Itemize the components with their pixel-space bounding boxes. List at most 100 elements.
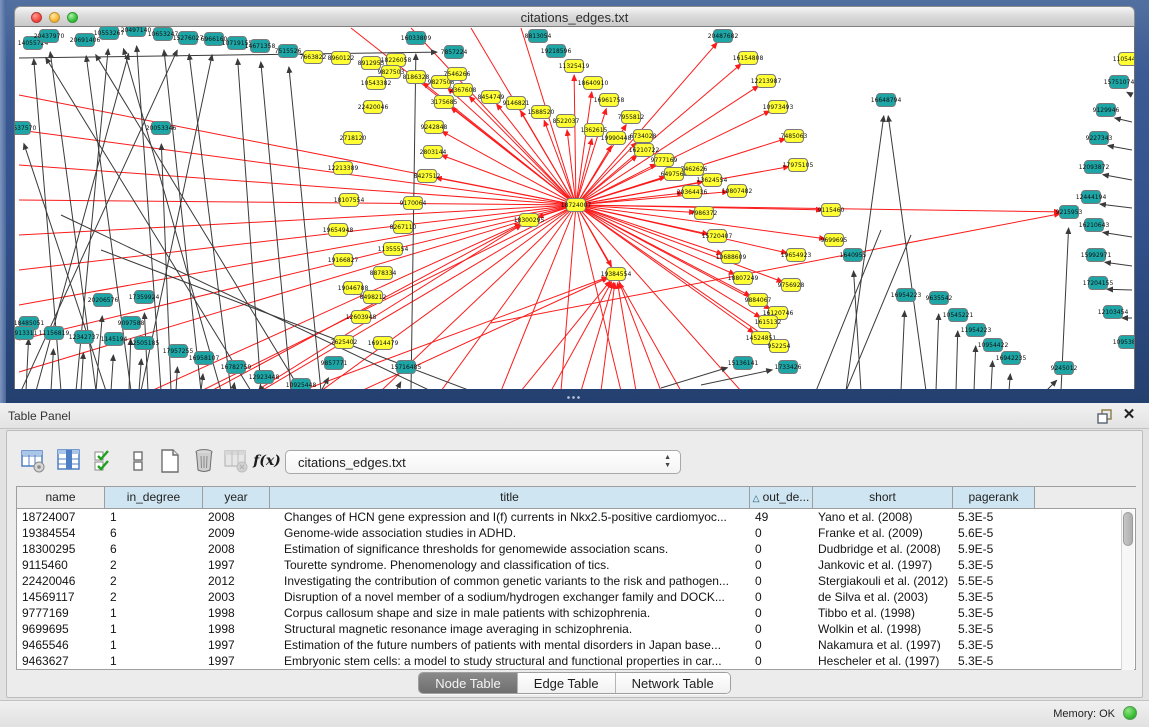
network-node[interactable]: 11325419 [559,60,590,73]
network-node[interactable]: 3175685 [431,96,458,109]
table-cell[interactable]: 5.3E-5 [953,621,1035,637]
network-node[interactable]: 12342737 [69,331,100,344]
table-cell[interactable]: 5.3E-5 [953,589,1035,605]
table-row[interactable]: 1456911722003Disruption of a novel membe… [17,589,1135,605]
network-node[interactable]: 7955812 [618,111,645,124]
network-node[interactable]: 2718120 [340,132,367,145]
table-cell[interactable]: 5.3E-5 [953,605,1035,621]
network-node[interactable]: 9245012 [1051,362,1078,375]
network-node[interactable]: 15992971 [1081,249,1112,262]
table-cell[interactable]: 1998 [203,621,270,637]
network-node[interactable]: 15136141 [728,357,759,370]
table-cell[interactable]: 5.3E-5 [953,637,1035,653]
network-node[interactable]: 9777169 [651,154,678,167]
network-node[interactable]: 11954223 [961,324,992,337]
network-node[interactable]: 7546266 [444,68,471,81]
table-cell[interactable]: 1997 [203,653,270,669]
network-node[interactable]: 18107554 [334,194,365,207]
table-cell[interactable]: Tourette syndrome. Phenomenology and cla… [270,557,750,573]
table-cell[interactable]: 5.9E-5 [953,541,1035,557]
table-cell[interactable]: Changes of HCN gene expression and I(f) … [270,509,750,525]
network-node[interactable]: 12923448 [249,371,280,384]
network-node[interactable]: 16154808 [733,52,764,65]
network-node[interactable]: 10953814 [1113,336,1135,349]
table-cell[interactable]: Estimation of the future numbers of pati… [270,637,750,653]
network-node[interactable]: 9215953 [1056,206,1083,219]
network-node[interactable]: 10807482 [722,185,753,198]
table-cell[interactable]: Hescheler et al. (1997) [813,653,953,669]
table-cell[interactable]: 2008 [203,509,270,525]
table-cell[interactable]: 9465546 [17,637,105,653]
table-row[interactable]: 969969511998Structural magnetic resonanc… [17,621,1135,637]
table-cell[interactable]: 2003 [203,589,270,605]
table-cell[interactable]: 1997 [203,637,270,653]
table-cell[interactable]: 0 [750,557,813,573]
network-node[interactable]: 10688609 [716,251,747,264]
network-node[interactable]: 7515526 [275,45,302,58]
network-node[interactable]: 9115460 [818,204,845,217]
table-cell[interactable]: 5.6E-5 [953,525,1035,541]
table-cell[interactable]: 9115460 [17,557,105,573]
network-node[interactable]: 9097588 [118,317,145,330]
table-cell[interactable]: Structural magnetic resonance image aver… [270,621,750,637]
network-node[interactable]: 9146821 [503,97,530,110]
scrollbar-thumb[interactable] [1123,512,1133,546]
create-column-icon[interactable] [156,447,184,475]
column-header-pagerank[interactable]: pagerank [953,487,1035,509]
column-check-icon[interactable] [91,447,119,475]
table-row[interactable]: 1830029562008Estimation of significance … [17,541,1135,557]
network-node[interactable]: 15720407 [702,230,733,243]
tab-edge-table[interactable]: Edge Table [517,673,615,693]
table-row[interactable]: 911546021997Tourette syndrome. Phenomeno… [17,557,1135,573]
table-cell[interactable]: 1 [105,621,203,637]
table-mode-icon[interactable] [19,447,47,475]
network-node[interactable]: 9170064 [400,197,427,210]
table-cell[interactable]: 0 [750,525,813,541]
table-cell[interactable]: Stergiakouli et al. (2012) [813,573,953,589]
network-node[interactable]: 9857771 [321,357,348,370]
float-panel-icon[interactable] [1097,408,1113,424]
table-cell[interactable]: 9463627 [17,653,105,669]
pane-divider-grip[interactable] [566,395,580,401]
table-cell[interactable]: 14569117 [17,589,105,605]
table-cell[interactable]: 1 [105,605,203,621]
table-cell[interactable]: 5.5E-5 [953,573,1035,589]
table-cell[interactable]: 5.3E-5 [953,509,1035,525]
table-cell[interactable]: Tibbo et al. (1998) [813,605,953,621]
table-cell[interactable]: 19384554 [17,525,105,541]
table-cell[interactable]: 1998 [203,605,270,621]
network-node[interactable]: 19218596 [541,45,572,58]
delete-columns-icon[interactable] [190,447,218,475]
table-cell[interactable]: 18300295 [17,541,105,557]
network-node[interactable]: 20364436 [677,186,708,199]
network-node[interactable]: 12093872 [1079,161,1110,174]
table-cell[interactable]: de Silva et al. (2003) [813,589,953,605]
table-cell[interactable]: 1997 [203,557,270,573]
network-node[interactable]: 22420046 [358,101,389,114]
network-node[interactable]: 1145194 [101,333,128,346]
network-node[interactable]: 12213987 [751,75,782,88]
network-node[interactable]: 9635542 [926,292,953,305]
table-cell[interactable]: 0 [750,621,813,637]
network-node[interactable]: 7986372 [691,207,718,220]
node-attribute-table[interactable]: namein_degreeyeartitle△out_de...shortpag… [16,486,1136,670]
network-node[interactable]: 7485063 [781,130,808,143]
network-node[interactable]: 1640955 [840,249,867,262]
table-cell[interactable]: 2 [105,573,203,589]
table-cell[interactable]: Investigating the contribution of common… [270,573,750,589]
network-node[interactable]: 10545221 [943,309,974,322]
network-node[interactable]: 11054408 [1113,53,1135,66]
table-cell[interactable]: 5.3E-5 [953,653,1035,669]
network-node[interactable]: 9699695 [821,234,848,247]
table-cell[interactable]: Jankovic et al. (1997) [813,557,953,573]
network-node[interactable]: 17975105 [783,159,814,172]
network-node[interactable]: 16961758 [594,94,625,107]
network-node[interactable]: 16033809 [401,32,432,45]
table-cell[interactable]: 0 [750,589,813,605]
network-node[interactable]: 12444194 [1076,191,1107,204]
network-node[interactable]: 1362615 [581,124,608,137]
table-cell[interactable]: 5.3E-5 [953,557,1035,573]
network-node[interactable]: 20206576 [88,294,119,307]
table-cell[interactable]: 2 [105,557,203,573]
network-node[interactable]: 7462626 [681,163,708,176]
